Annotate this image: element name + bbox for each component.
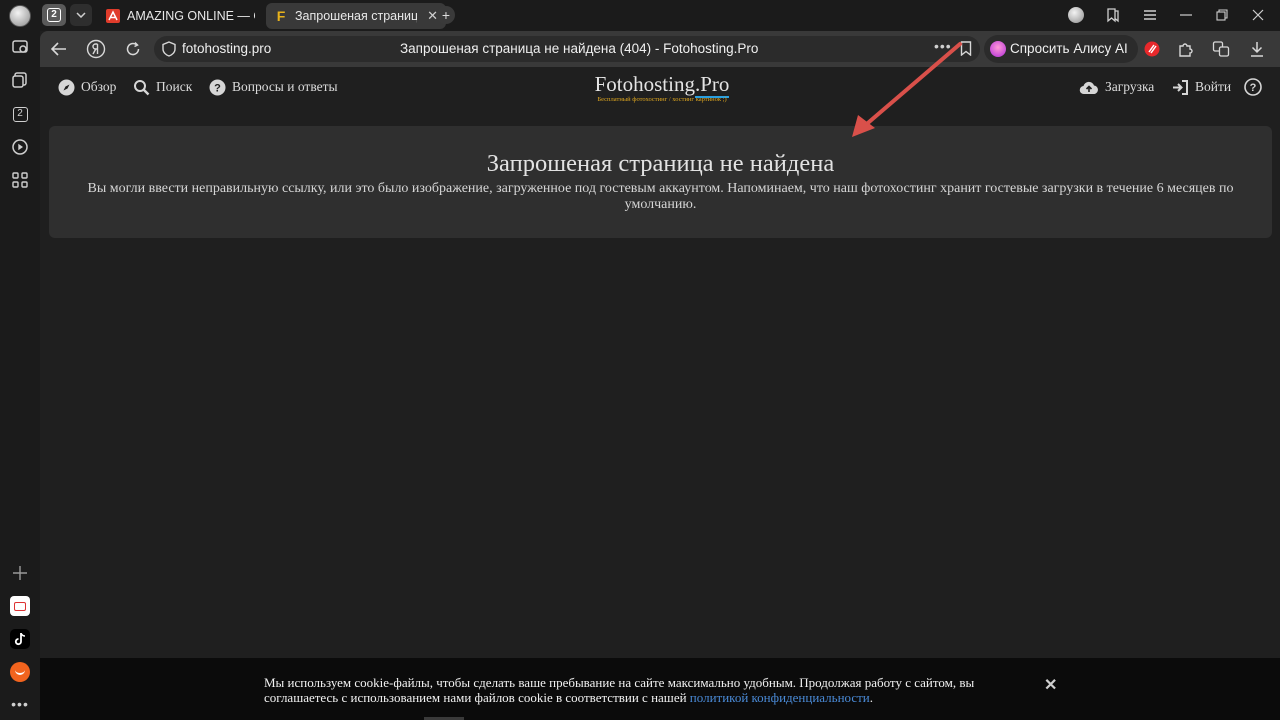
tab-label: AMAZING ONLINE — Онлайн: [127, 9, 255, 23]
address-bar[interactable]: fotohosting.pro Запрошеная страница не н…: [154, 36, 980, 62]
tabs-count-icon[interactable]: 2: [8, 102, 32, 126]
tab-amazing-online[interactable]: AMAZING ONLINE — Онлайн: [100, 3, 258, 29]
svg-text:?: ?: [1250, 82, 1257, 94]
tab-strip: 2 AMAZING ONLINE — Онлайн F Запрошеная с…: [40, 0, 1280, 31]
yandex-logo-icon[interactable]: [86, 39, 106, 59]
new-tab-button[interactable]: +: [437, 6, 455, 24]
alice-orb-icon: [990, 41, 1006, 57]
cloud-upload-icon: [1079, 78, 1099, 96]
tab-list-dropdown[interactable]: [70, 4, 92, 26]
translate-icon[interactable]: [1211, 39, 1231, 59]
question-circle-icon: ?: [208, 78, 226, 96]
error-title: Запрошеная страница не найдена: [486, 150, 835, 177]
profile-avatar[interactable]: [9, 5, 31, 27]
bookmark-icon[interactable]: [960, 41, 972, 61]
amazing-favicon-icon: [106, 9, 120, 23]
privacy-policy-link[interactable]: политикой конфиденциальности: [690, 690, 870, 705]
website: Обзор Поиск ? Вопросы и ответы Fotohosti…: [40, 67, 1280, 720]
compass-icon: [57, 78, 75, 96]
tab-count-button[interactable]: 2: [42, 4, 66, 26]
tiktok-icon[interactable]: [8, 627, 32, 651]
restore-icon[interactable]: [1212, 6, 1232, 24]
market-app-icon[interactable]: [8, 660, 32, 684]
mail-app-icon[interactable]: [8, 594, 32, 618]
reload-icon[interactable]: [123, 39, 143, 59]
screenshot-icon[interactable]: [8, 35, 32, 59]
add-panel-icon[interactable]: [8, 561, 32, 585]
site-info-shield-icon[interactable]: [162, 41, 176, 62]
more-dots-icon[interactable]: •••: [8, 692, 32, 716]
svg-text:?: ?: [214, 82, 221, 94]
browser-sidebar: 2 •••: [0, 0, 40, 720]
site-nav: Обзор Поиск ? Вопросы и ответы Fotohosti…: [40, 67, 1280, 107]
url-text: fotohosting.pro: [182, 41, 272, 56]
logo-subtitle: Бесплатный фотохостинг / хостинг картино…: [597, 96, 727, 103]
error-message: Вы могли ввести неправильную ссылку, или…: [87, 181, 1234, 212]
tab-fotohosting[interactable]: F Запрошеная страница не найдена ✕: [266, 3, 446, 29]
logo-title: Fotohosting.Pro: [594, 72, 730, 98]
cookie-banner: Мы используем cookie-файлы, чтобы сделат…: [40, 658, 1280, 720]
chevron-down-icon: [76, 12, 86, 18]
cookie-text: Мы используем cookie-файлы, чтобы сделат…: [264, 675, 975, 705]
nav-upload[interactable]: Загрузка: [1079, 78, 1154, 96]
more-dots-icon[interactable]: •••: [934, 38, 952, 54]
minimize-icon[interactable]: [1176, 6, 1196, 24]
help-circle-icon: ?: [1244, 78, 1262, 96]
menu-icon[interactable]: [1140, 6, 1160, 24]
cookie-close-button[interactable]: ✕: [1044, 675, 1057, 695]
extensions-puzzle-icon[interactable]: [1176, 39, 1196, 59]
error-card: Запрошеная страница не найдена Вы могли …: [49, 126, 1272, 238]
browser-toolbar: fotohosting.pro Запрошеная страница не н…: [40, 31, 1280, 67]
profile-avatar-small[interactable]: [1066, 6, 1086, 24]
nav-faq[interactable]: ? Вопросы и ответы: [208, 78, 338, 96]
help-button[interactable]: ?: [1244, 78, 1268, 96]
download-icon[interactable]: [1247, 39, 1267, 59]
collections-icon[interactable]: [8, 68, 32, 92]
nav-overview[interactable]: Обзор: [57, 78, 116, 96]
ask-alice-button[interactable]: Спросить Алису AI: [984, 35, 1138, 63]
search-icon: [132, 78, 150, 96]
nav-login[interactable]: Войти: [1171, 78, 1231, 96]
page-title-in-address: Запрошеная страница не найдена (404) - F…: [400, 41, 759, 56]
sign-in-icon: [1171, 78, 1189, 96]
close-window-icon[interactable]: [1248, 6, 1268, 24]
nav-search[interactable]: Поиск: [132, 78, 192, 96]
back-arrow-icon[interactable]: [49, 39, 69, 59]
fotohosting-favicon-icon: F: [276, 8, 286, 24]
apps-grid-icon[interactable]: [8, 168, 32, 192]
extension-red-icon[interactable]: [1142, 39, 1162, 59]
tab-label: Запрошеная страница не найдена: [295, 9, 417, 23]
bookmarks-panel-icon[interactable]: [1103, 6, 1123, 24]
media-play-icon[interactable]: [8, 135, 32, 159]
site-logo[interactable]: Fotohosting.Pro Бесплатный фотохостинг /…: [591, 72, 733, 104]
